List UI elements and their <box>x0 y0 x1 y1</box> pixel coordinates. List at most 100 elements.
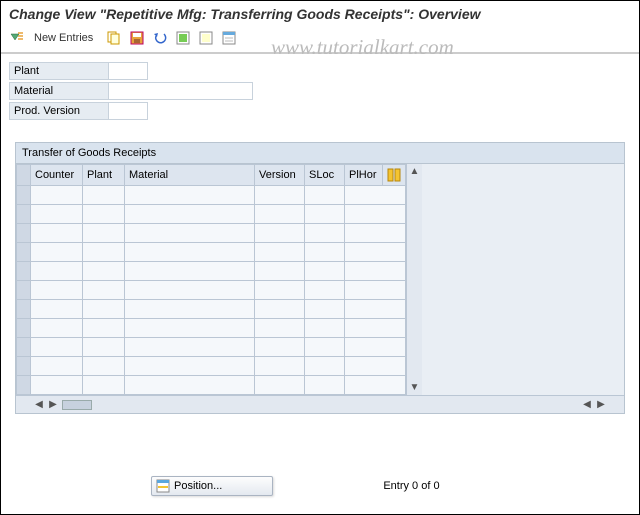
cell-material[interactable] <box>125 186 255 205</box>
table-row[interactable] <box>17 205 406 224</box>
undo-icon[interactable] <box>150 28 170 48</box>
cell-sloc[interactable] <box>305 281 345 300</box>
cell-version[interactable] <box>255 338 305 357</box>
cell-sloc[interactable] <box>305 357 345 376</box>
cell-plhor[interactable] <box>345 281 406 300</box>
table-row[interactable] <box>17 243 406 262</box>
cell-material[interactable] <box>125 224 255 243</box>
table-row[interactable] <box>17 262 406 281</box>
position-button[interactable]: Position... <box>151 476 273 496</box>
cell-material[interactable] <box>125 205 255 224</box>
scroll-up-icon[interactable]: ▲ <box>408 166 422 177</box>
data-grid[interactable]: Counter Plant Material Version SLoc PlHo… <box>16 164 406 395</box>
cell-version[interactable] <box>255 376 305 395</box>
new-entries-button[interactable]: New Entries <box>30 32 101 44</box>
table-row[interactable] <box>17 319 406 338</box>
save-icon[interactable] <box>127 28 147 48</box>
cell-counter[interactable] <box>31 338 83 357</box>
cell-plhor[interactable] <box>345 300 406 319</box>
cell-plhor[interactable] <box>345 224 406 243</box>
cell-sloc[interactable] <box>305 243 345 262</box>
table-row[interactable] <box>17 376 406 395</box>
cell-material[interactable] <box>125 262 255 281</box>
configure-columns-icon[interactable] <box>383 165 406 186</box>
cell-counter[interactable] <box>31 357 83 376</box>
col-sloc[interactable]: SLoc <box>305 165 345 186</box>
cell-counter[interactable] <box>31 262 83 281</box>
scroll-left-first-icon[interactable]: ◀ <box>32 399 46 410</box>
cell-version[interactable] <box>255 357 305 376</box>
cell-plant[interactable] <box>83 338 125 357</box>
horizontal-scrollbar[interactable]: ◀ ▶ ◀ ▶ <box>16 395 624 413</box>
col-counter[interactable]: Counter <box>31 165 83 186</box>
cell-counter[interactable] <box>31 186 83 205</box>
cell-plhor[interactable] <box>345 357 406 376</box>
cell-version[interactable] <box>255 224 305 243</box>
row-selector[interactable] <box>17 357 31 376</box>
row-selector[interactable] <box>17 205 31 224</box>
scroll-down-icon[interactable]: ▼ <box>408 382 422 393</box>
cell-material[interactable] <box>125 338 255 357</box>
cell-sloc[interactable] <box>305 376 345 395</box>
cell-plant[interactable] <box>83 186 125 205</box>
row-selector[interactable] <box>17 376 31 395</box>
row-selector[interactable] <box>17 338 31 357</box>
col-plhor[interactable]: PlHor <box>345 165 383 186</box>
cell-sloc[interactable] <box>305 300 345 319</box>
table-row[interactable] <box>17 281 406 300</box>
row-selector[interactable] <box>17 186 31 205</box>
scroll-right-icon[interactable]: ◀ <box>580 399 594 410</box>
scroll-right-last-icon[interactable]: ▶ <box>594 399 608 410</box>
deselect-icon[interactable] <box>196 28 216 48</box>
cell-plhor[interactable] <box>345 262 406 281</box>
cell-counter[interactable] <box>31 376 83 395</box>
cell-version[interactable] <box>255 186 305 205</box>
scroll-left-icon[interactable]: ▶ <box>46 399 60 410</box>
cell-version[interactable] <box>255 319 305 338</box>
toggle-icon[interactable] <box>7 28 27 48</box>
rowselect-header[interactable] <box>17 165 31 186</box>
cell-sloc[interactable] <box>305 319 345 338</box>
col-material[interactable]: Material <box>125 165 255 186</box>
row-selector[interactable] <box>17 281 31 300</box>
cell-counter[interactable] <box>31 319 83 338</box>
row-selector[interactable] <box>17 262 31 281</box>
cell-version[interactable] <box>255 281 305 300</box>
row-selector[interactable] <box>17 224 31 243</box>
cell-version[interactable] <box>255 300 305 319</box>
cell-counter[interactable] <box>31 300 83 319</box>
cell-material[interactable] <box>125 357 255 376</box>
cell-plant[interactable] <box>83 376 125 395</box>
row-selector[interactable] <box>17 243 31 262</box>
row-selector[interactable] <box>17 300 31 319</box>
cell-material[interactable] <box>125 319 255 338</box>
cell-material[interactable] <box>125 376 255 395</box>
cell-sloc[interactable] <box>305 205 345 224</box>
cell-plhor[interactable] <box>345 243 406 262</box>
table-row[interactable] <box>17 338 406 357</box>
cell-plant[interactable] <box>83 224 125 243</box>
plant-input[interactable] <box>108 62 148 80</box>
table-row[interactable] <box>17 300 406 319</box>
table-row[interactable] <box>17 186 406 205</box>
row-selector[interactable] <box>17 319 31 338</box>
cell-version[interactable] <box>255 205 305 224</box>
cell-material[interactable] <box>125 281 255 300</box>
cell-counter[interactable] <box>31 243 83 262</box>
cell-material[interactable] <box>125 300 255 319</box>
select-all-icon[interactable] <box>173 28 193 48</box>
cell-plant[interactable] <box>83 300 125 319</box>
cell-version[interactable] <box>255 243 305 262</box>
table-settings-icon[interactable] <box>219 28 239 48</box>
cell-sloc[interactable] <box>305 262 345 281</box>
vertical-scrollbar[interactable]: ▲ ▼ <box>406 164 422 395</box>
table-row[interactable] <box>17 224 406 243</box>
cell-counter[interactable] <box>31 224 83 243</box>
cell-sloc[interactable] <box>305 338 345 357</box>
material-input[interactable] <box>108 82 253 100</box>
cell-counter[interactable] <box>31 205 83 224</box>
cell-sloc[interactable] <box>305 186 345 205</box>
cell-plhor[interactable] <box>345 186 406 205</box>
cell-plant[interactable] <box>83 281 125 300</box>
cell-plant[interactable] <box>83 262 125 281</box>
